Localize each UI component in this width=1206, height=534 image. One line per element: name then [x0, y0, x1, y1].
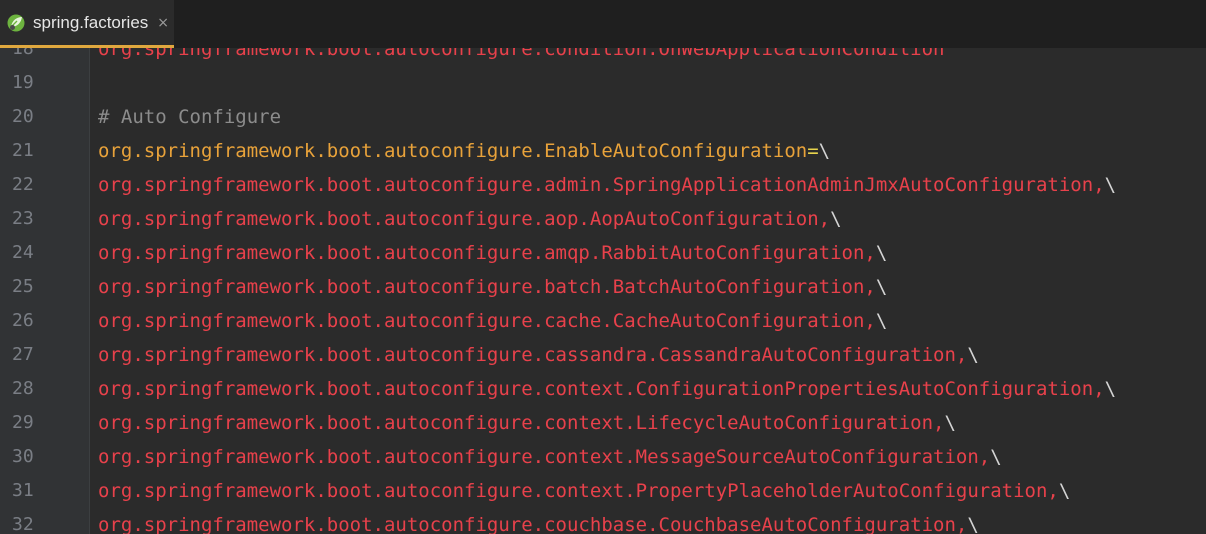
code-line[interactable]: 20 # Auto Configure	[0, 100, 1206, 134]
property-value: org.springframework.boot.autoconfigure.c…	[98, 412, 945, 434]
line-code: org.springframework.boot.autoconfigure.c…	[98, 304, 887, 338]
line-continuation: \	[875, 276, 888, 298]
code-line[interactable]: 24 org.springframework.boot.autoconfigure…	[0, 236, 1206, 270]
line-continuation: \	[875, 310, 888, 332]
code-line[interactable]: 29 org.springframework.boot.autoconfigure…	[0, 406, 1206, 440]
line-code: # Auto Configure	[98, 100, 281, 134]
code-editor[interactable]: spring.factories × 18 org.springframework…	[0, 0, 1206, 534]
line-number: 25	[12, 276, 34, 297]
property-value: org.springframework.boot.autoconfigure.a…	[98, 174, 1105, 196]
tab-label: spring.factories	[33, 12, 149, 32]
property-value: org.springframework.boot.autoconfigure.c…	[98, 514, 968, 534]
editor-tab-bar: spring.factories ×	[0, 0, 1206, 48]
line-number: 19	[12, 72, 34, 93]
equals-sign: =	[807, 140, 819, 162]
code-line[interactable]: 28 org.springframework.boot.autoconfigure…	[0, 372, 1206, 406]
line-continuation: \	[830, 208, 842, 230]
line-continuation: \	[875, 242, 888, 264]
property-value: org.springframework.boot.autoconfigure.c…	[98, 480, 1059, 502]
close-icon[interactable]: ×	[157, 16, 169, 30]
line-continuation: \	[1058, 480, 1071, 502]
line-code: org.springframework.boot.autoconfigure.a…	[98, 202, 842, 236]
line-number: 24	[12, 242, 34, 263]
line-code: org.springframework.boot.autoconfigure.c…	[98, 372, 1116, 406]
property-value: org.springframework.boot.autoconfigure.c…	[98, 378, 1105, 400]
code-line[interactable]: 31 org.springframework.boot.autoconfigure…	[0, 474, 1206, 508]
line-continuation: \	[990, 446, 1002, 468]
spring-leaf-icon	[6, 13, 26, 33]
line-number: 31	[12, 480, 34, 501]
line-continuation: \	[1104, 378, 1117, 400]
code-line[interactable]: 21 org.springframework.boot.autoconfigure…	[0, 134, 1206, 168]
line-number: 32	[12, 514, 34, 534]
code-line[interactable]: 25 org.springframework.boot.autoconfigure…	[0, 270, 1206, 304]
property-value: org.springframework.boot.autoconfigure.c…	[98, 344, 968, 366]
tab-spring-factories[interactable]: spring.factories ×	[0, 0, 174, 48]
line-continuation: \	[818, 140, 831, 162]
line-code: org.springframework.boot.autoconfigure.c…	[98, 474, 1070, 508]
code-line[interactable]: 26 org.springframework.boot.autoconfigure…	[0, 304, 1206, 338]
property-value: org.springframework.boot.autoconfigure.a…	[98, 208, 831, 230]
code-line[interactable]: 32 org.springframework.boot.autoconfigure…	[0, 508, 1206, 534]
line-number: 27	[12, 344, 34, 365]
line-code: org.springframework.boot.autoconfigure.c…	[98, 440, 1002, 474]
line-code: org.springframework.boot.autoconfigure.c…	[98, 406, 956, 440]
line-continuation: \	[944, 412, 956, 434]
line-number: 20	[12, 106, 34, 127]
property-key: org.springframework.boot.autoconfigure.E…	[98, 140, 808, 162]
line-code: org.springframework.boot.autoconfigure.E…	[98, 134, 830, 168]
line-number: 26	[12, 310, 34, 331]
comment-text: # Auto Configure	[98, 106, 282, 128]
line-code: org.springframework.boot.autoconfigure.c…	[98, 338, 979, 372]
property-value: org.springframework.boot.autoconfigure.b…	[98, 276, 876, 298]
line-number: 23	[12, 208, 34, 229]
line-code: org.springframework.boot.autoconfigure.c…	[98, 508, 979, 534]
line-number: 22	[12, 174, 34, 195]
code-line[interactable]: 23 org.springframework.boot.autoconfigure…	[0, 202, 1206, 236]
line-number: 28	[12, 378, 34, 399]
line-number: 29	[12, 412, 34, 433]
code-line[interactable]: 19	[0, 66, 1206, 100]
line-number: 21	[12, 140, 34, 161]
line-code: org.springframework.boot.autoconfigure.a…	[98, 236, 887, 270]
code-line[interactable]: 22 org.springframework.boot.autoconfigure…	[0, 168, 1206, 202]
line-continuation: \	[967, 514, 979, 534]
line-code: org.springframework.boot.autoconfigure.b…	[98, 270, 887, 304]
code-line[interactable]: 27 org.springframework.boot.autoconfigure…	[0, 338, 1206, 372]
property-value: org.springframework.boot.autoconfigure.c…	[98, 310, 876, 332]
line-number: 30	[12, 446, 34, 467]
line-continuation: \	[1104, 174, 1117, 196]
code-line[interactable]: 30 org.springframework.boot.autoconfigure…	[0, 440, 1206, 474]
line-code: org.springframework.boot.autoconfigure.a…	[98, 168, 1116, 202]
line-continuation: \	[967, 344, 979, 366]
property-value: org.springframework.boot.autoconfigure.c…	[98, 446, 991, 468]
property-value: org.springframework.boot.autoconfigure.a…	[98, 242, 876, 264]
